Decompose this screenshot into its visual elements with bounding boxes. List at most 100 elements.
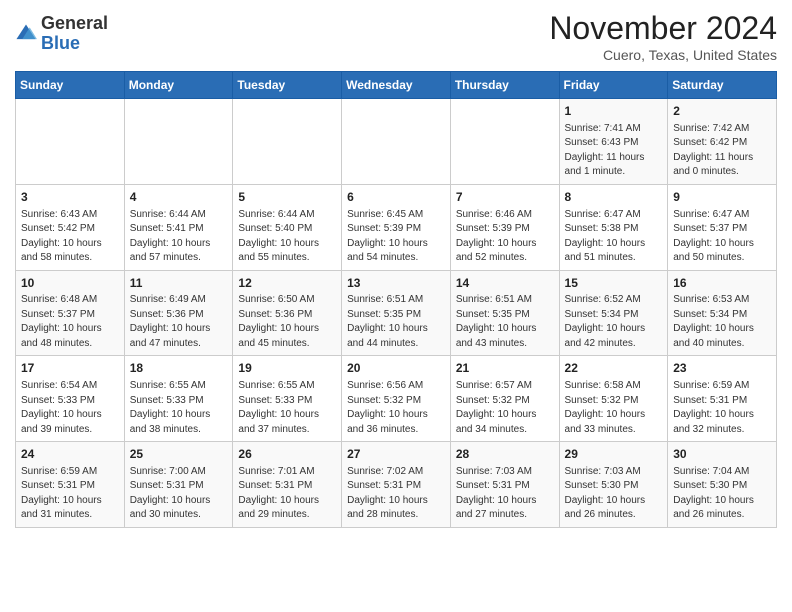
day-number: 4 [130, 189, 228, 206]
day-number: 21 [456, 360, 554, 377]
calendar-cell: 30 Sunrise: 7:04 AM Sunset: 5:30 PM Dayli… [668, 442, 777, 528]
day-number: 27 [347, 446, 445, 463]
title-area: November 2024 Cuero, Texas, United State… [549, 10, 777, 63]
calendar-cell: 17 Sunrise: 6:54 AM Sunset: 5:33 PM Dayli… [16, 356, 125, 442]
day-info: Sunrise: 6:56 AM Sunset: 5:32 PM Dayligh… [347, 379, 445, 437]
calendar-cell: 22 Sunrise: 6:58 AM Sunset: 5:32 PM Dayli… [559, 356, 668, 442]
month-title: November 2024 [549, 10, 777, 47]
day-info: Sunrise: 6:51 AM Sunset: 5:35 PM Dayligh… [456, 293, 554, 351]
calendar-cell: 5 Sunrise: 6:44 AM Sunset: 5:40 PM Daylig… [233, 184, 342, 270]
day-info: Sunrise: 6:59 AM Sunset: 5:31 PM Dayligh… [673, 379, 771, 437]
calendar-cell: 20 Sunrise: 6:56 AM Sunset: 5:32 PM Dayli… [342, 356, 451, 442]
day-info: Sunrise: 7:04 AM Sunset: 5:30 PM Dayligh… [673, 465, 771, 523]
day-info: Sunrise: 6:44 AM Sunset: 5:40 PM Dayligh… [238, 208, 336, 266]
day-number: 29 [565, 446, 663, 463]
day-number: 3 [21, 189, 119, 206]
location: Cuero, Texas, United States [549, 47, 777, 63]
day-info: Sunrise: 6:44 AM Sunset: 5:41 PM Dayligh… [130, 208, 228, 266]
day-number: 22 [565, 360, 663, 377]
day-number: 5 [238, 189, 336, 206]
calendar-week-3: 10Sunrise: 6:48 AM Sunset: 5:37 PM Dayli… [16, 270, 777, 356]
day-number: 7 [456, 189, 554, 206]
day-number: 2 [673, 103, 771, 120]
day-info: Sunrise: 6:58 AM Sunset: 5:32 PM Dayligh… [565, 379, 663, 437]
day-info: Sunrise: 6:46 AM Sunset: 5:39 PM Dayligh… [456, 208, 554, 266]
calendar-cell: 3 Sunrise: 6:43 AM Sunset: 5:42 PM Daylig… [16, 184, 125, 270]
weekday-header-sunday: Sunday [16, 72, 125, 99]
calendar-week-5: 24 Sunrise: 6:59 AM Sunset: 5:31 PM Dayli… [16, 442, 777, 528]
calendar-cell: 21Sunrise: 6:57 AM Sunset: 5:32 PM Dayli… [450, 356, 559, 442]
day-number: 26 [238, 446, 336, 463]
calendar-cell: 7 Sunrise: 6:46 AM Sunset: 5:39 PM Daylig… [450, 184, 559, 270]
day-number: 17 [21, 360, 119, 377]
logo-icon [15, 23, 37, 45]
calendar-cell: 9Sunrise: 6:47 AM Sunset: 5:37 PM Daylig… [668, 184, 777, 270]
weekday-header-monday: Monday [124, 72, 233, 99]
calendar-cell: 12Sunrise: 6:50 AM Sunset: 5:36 PM Dayli… [233, 270, 342, 356]
calendar-cell [233, 99, 342, 185]
day-number: 13 [347, 275, 445, 292]
day-info: Sunrise: 6:52 AM Sunset: 5:34 PM Dayligh… [565, 293, 663, 351]
calendar-cell: 14Sunrise: 6:51 AM Sunset: 5:35 PM Dayli… [450, 270, 559, 356]
day-info: Sunrise: 6:50 AM Sunset: 5:36 PM Dayligh… [238, 293, 336, 351]
day-info: Sunrise: 7:03 AM Sunset: 5:31 PM Dayligh… [456, 465, 554, 523]
day-number: 25 [130, 446, 228, 463]
day-info: Sunrise: 6:59 AM Sunset: 5:31 PM Dayligh… [21, 465, 119, 523]
calendar-cell: 2 Sunrise: 7:42 AM Sunset: 6:42 PM Daylig… [668, 99, 777, 185]
calendar-body: 1Sunrise: 7:41 AM Sunset: 6:43 PM Daylig… [16, 99, 777, 528]
calendar-cell: 6Sunrise: 6:45 AM Sunset: 5:39 PM Daylig… [342, 184, 451, 270]
day-info: Sunrise: 6:55 AM Sunset: 5:33 PM Dayligh… [238, 379, 336, 437]
calendar-week-2: 3 Sunrise: 6:43 AM Sunset: 5:42 PM Daylig… [16, 184, 777, 270]
day-info: Sunrise: 6:43 AM Sunset: 5:42 PM Dayligh… [21, 208, 119, 266]
calendar-cell: 19Sunrise: 6:55 AM Sunset: 5:33 PM Dayli… [233, 356, 342, 442]
day-info: Sunrise: 6:55 AM Sunset: 5:33 PM Dayligh… [130, 379, 228, 437]
page-header: General Blue November 2024 Cuero, Texas,… [15, 10, 777, 63]
day-info: Sunrise: 6:47 AM Sunset: 5:38 PM Dayligh… [565, 208, 663, 266]
day-number: 14 [456, 275, 554, 292]
day-info: Sunrise: 7:42 AM Sunset: 6:42 PM Dayligh… [673, 122, 771, 180]
calendar-cell: 26 Sunrise: 7:01 AM Sunset: 5:31 PM Dayli… [233, 442, 342, 528]
weekday-header-friday: Friday [559, 72, 668, 99]
calendar-cell: 28 Sunrise: 7:03 AM Sunset: 5:31 PM Dayli… [450, 442, 559, 528]
day-info: Sunrise: 7:02 AM Sunset: 5:31 PM Dayligh… [347, 465, 445, 523]
calendar-cell: 13Sunrise: 6:51 AM Sunset: 5:35 PM Dayli… [342, 270, 451, 356]
calendar-cell: 24 Sunrise: 6:59 AM Sunset: 5:31 PM Dayli… [16, 442, 125, 528]
day-info: Sunrise: 7:00 AM Sunset: 5:31 PM Dayligh… [130, 465, 228, 523]
calendar-cell: 8 Sunrise: 6:47 AM Sunset: 5:38 PM Daylig… [559, 184, 668, 270]
day-number: 28 [456, 446, 554, 463]
day-number: 20 [347, 360, 445, 377]
day-number: 12 [238, 275, 336, 292]
day-number: 18 [130, 360, 228, 377]
weekday-header-saturday: Saturday [668, 72, 777, 99]
day-info: Sunrise: 6:54 AM Sunset: 5:33 PM Dayligh… [21, 379, 119, 437]
calendar-cell: 4 Sunrise: 6:44 AM Sunset: 5:41 PM Daylig… [124, 184, 233, 270]
calendar-cell: 1Sunrise: 7:41 AM Sunset: 6:43 PM Daylig… [559, 99, 668, 185]
day-info: Sunrise: 6:53 AM Sunset: 5:34 PM Dayligh… [673, 293, 771, 351]
day-info: Sunrise: 6:48 AM Sunset: 5:37 PM Dayligh… [21, 293, 119, 351]
day-info: Sunrise: 6:49 AM Sunset: 5:36 PM Dayligh… [130, 293, 228, 351]
day-info: Sunrise: 7:03 AM Sunset: 5:30 PM Dayligh… [565, 465, 663, 523]
day-info: Sunrise: 7:01 AM Sunset: 5:31 PM Dayligh… [238, 465, 336, 523]
calendar-week-4: 17 Sunrise: 6:54 AM Sunset: 5:33 PM Dayli… [16, 356, 777, 442]
calendar-header: SundayMondayTuesdayWednesdayThursdayFrid… [16, 72, 777, 99]
day-info: Sunrise: 6:45 AM Sunset: 5:39 PM Dayligh… [347, 208, 445, 266]
calendar-cell: 27 Sunrise: 7:02 AM Sunset: 5:31 PM Dayli… [342, 442, 451, 528]
calendar-cell: 10Sunrise: 6:48 AM Sunset: 5:37 PM Dayli… [16, 270, 125, 356]
day-number: 24 [21, 446, 119, 463]
calendar-cell: 29 Sunrise: 7:03 AM Sunset: 5:30 PM Dayli… [559, 442, 668, 528]
day-number: 23 [673, 360, 771, 377]
day-number: 30 [673, 446, 771, 463]
logo-text: General Blue [41, 14, 108, 54]
day-number: 15 [565, 275, 663, 292]
day-number: 8 [565, 189, 663, 206]
day-info: Sunrise: 6:51 AM Sunset: 5:35 PM Dayligh… [347, 293, 445, 351]
calendar-cell: 15Sunrise: 6:52 AM Sunset: 5:34 PM Dayli… [559, 270, 668, 356]
calendar-table: SundayMondayTuesdayWednesdayThursdayFrid… [15, 71, 777, 528]
calendar-cell: 23 Sunrise: 6:59 AM Sunset: 5:31 PM Dayli… [668, 356, 777, 442]
calendar-cell: 16Sunrise: 6:53 AM Sunset: 5:34 PM Dayli… [668, 270, 777, 356]
calendar-cell: 18 Sunrise: 6:55 AM Sunset: 5:33 PM Dayli… [124, 356, 233, 442]
weekday-header-thursday: Thursday [450, 72, 559, 99]
day-number: 1 [565, 103, 663, 120]
calendar-cell [124, 99, 233, 185]
day-number: 11 [130, 275, 228, 292]
